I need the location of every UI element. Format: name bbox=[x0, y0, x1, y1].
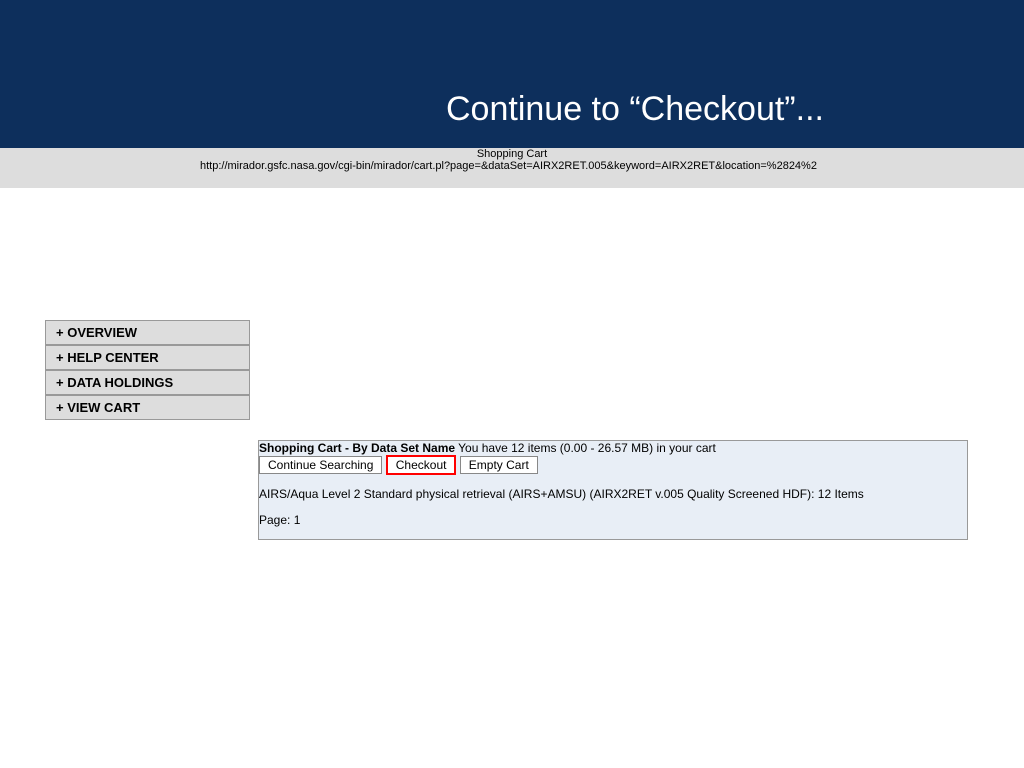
sidebar-item-cart[interactable]: + VIEW CART bbox=[45, 395, 250, 420]
page-indicator: Page: 1 bbox=[259, 513, 301, 527]
sidebar-item-help[interactable]: + HELP CENTER bbox=[45, 345, 250, 370]
window-title: Shopping Cart bbox=[476, 148, 548, 160]
checkout-button[interactable]: Checkout bbox=[385, 455, 457, 475]
toolbar: Shopping Cart http://mirador.gsfc.nasa.go… bbox=[0, 148, 1024, 188]
continue-button[interactable]: Continue Searching bbox=[259, 456, 383, 474]
empty-cart-button[interactable]: Empty Cart bbox=[459, 456, 538, 474]
address-bar[interactable]: http://mirador.gsfc.nasa.gov/cgi-bin/mir… bbox=[200, 160, 1024, 172]
cart-summary: You have 12 items (0.00 - 26.57 MB) in y… bbox=[458, 441, 716, 455]
cart-panel: Shopping Cart - By Data Set Name You hav… bbox=[258, 440, 968, 540]
cart-title: Shopping Cart - By Data Set Name bbox=[259, 441, 456, 455]
sidebar-item-holdings[interactable]: + DATA HOLDINGS bbox=[45, 370, 250, 395]
sidebar-item-overview[interactable]: + OVERVIEW bbox=[45, 320, 250, 345]
cart-item[interactable]: AIRS/Aqua Level 2 Standard physical retr… bbox=[259, 487, 967, 501]
sidebar: + OVERVIEW + HELP CENTER + DATA HOLDINGS… bbox=[45, 320, 250, 420]
slide-title: Continue to “Checkout”... bbox=[446, 90, 824, 128]
